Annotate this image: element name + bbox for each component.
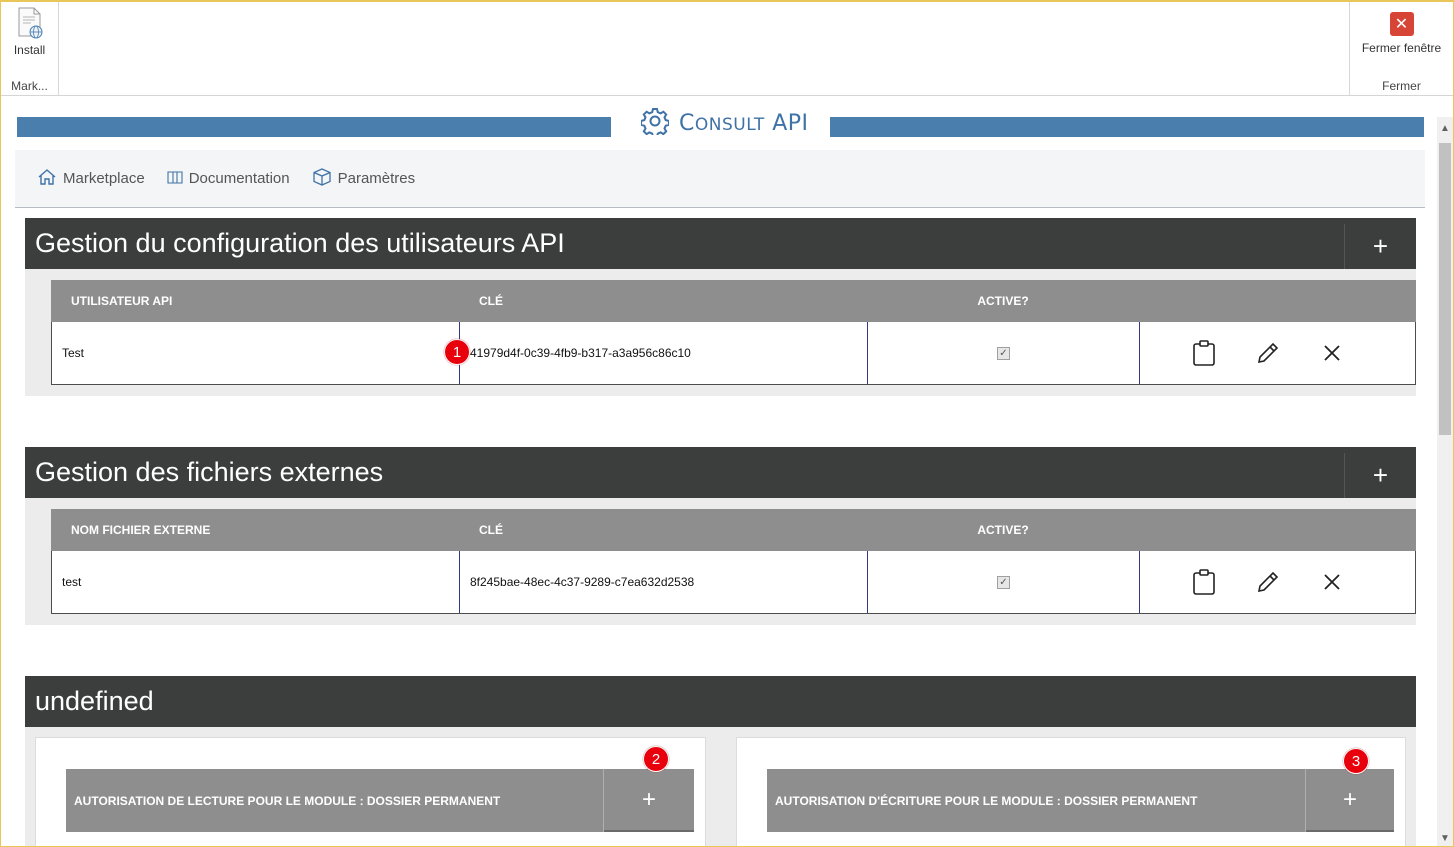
section-title-text: undefined (35, 686, 154, 716)
cell-active: ✓ (868, 322, 1140, 384)
write-permission-bar: AUTORISATION D'ÉCRITURE POUR LE MODULE :… (767, 769, 1394, 832)
table-row: Test 41979d4f-0c39-4fb9-b317-a3a956c86c1… (51, 322, 1416, 385)
write-permission-panel: AUTORISATION D'ÉCRITURE POUR LE MODULE :… (736, 737, 1406, 846)
column-header-key[interactable]: CLÉ (459, 523, 867, 537)
delete-icon[interactable] (1318, 340, 1345, 367)
column-header-active[interactable]: ACTIVE? (867, 294, 1139, 308)
edit-icon[interactable] (1254, 340, 1281, 367)
home-icon (37, 168, 57, 190)
cell-actions (1140, 551, 1415, 613)
column-header-active[interactable]: ACTIVE? (867, 523, 1139, 537)
add-external-file-button[interactable]: + (1344, 453, 1416, 498)
section-title-text: Gestion du configuration des utilisateur… (35, 228, 565, 258)
add-read-permission-button[interactable]: + (604, 769, 694, 832)
cell-key: 8f245bae-48ec-4c37-9289-c7ea632d2538 (460, 551, 868, 613)
scroll-up-icon[interactable]: ▲ (1437, 119, 1453, 137)
install-label: Install (13, 43, 46, 57)
read-permission-panel: AUTORISATION DE LECTURE POUR LE MODULE :… (35, 737, 706, 846)
scroll-thumb[interactable] (1439, 143, 1451, 435)
annotation-badge-2: 2 (643, 746, 669, 772)
nav-parametres[interactable]: Paramètres (312, 167, 416, 191)
annotation-badge-3: 3 (1343, 748, 1369, 774)
add-api-user-button[interactable]: + (1344, 224, 1416, 269)
external-files-grid: NOM FICHIER EXTERNE CLÉ ACTIVE? test 8f2… (51, 509, 1416, 614)
cell-file-name: test (52, 551, 460, 613)
section-external-files: Gestion des fichiers externes + NOM FICH… (25, 447, 1416, 625)
api-users-grid: UTILISATEUR API CLÉ ACTIVE? Test 41979d4… (51, 280, 1416, 385)
read-permission-bar: AUTORISATION DE LECTURE POUR LE MODULE :… (66, 769, 694, 832)
section-title: undefined (25, 676, 1416, 727)
section-api-users: Gestion du configuration des utilisateur… (25, 218, 1416, 396)
close-icon: ✕ (1389, 12, 1414, 36)
table-row: test 8f245bae-48ec-4c37-9289-c7ea632d253… (51, 551, 1416, 614)
book-icon (167, 170, 183, 188)
close-window-button[interactable]: ✕ Fermer fenêtre (1350, 6, 1453, 62)
read-permission-label: AUTORISATION DE LECTURE POUR LE MODULE :… (66, 769, 604, 832)
column-header-file-name[interactable]: NOM FICHIER EXTERNE (51, 523, 459, 537)
title-text: CONSULT API (679, 111, 809, 136)
section-title-text: Gestion des fichiers externes (35, 457, 384, 487)
column-header-user[interactable]: UTILISATEUR API (51, 294, 459, 308)
vertical-scrollbar[interactable]: ▲ ▼ (1437, 117, 1453, 846)
nav-marketplace[interactable]: Marketplace (37, 168, 145, 190)
write-permission-label: AUTORISATION D'ÉCRITURE POUR LE MODULE :… (767, 769, 1306, 832)
nav-marketplace-label: Marketplace (63, 170, 145, 187)
cell-key: 41979d4f-0c39-4fb9-b317-a3a956c86c10 (460, 322, 868, 384)
nav-documentation[interactable]: Documentation (167, 170, 290, 188)
add-write-permission-button[interactable]: + (1306, 769, 1394, 832)
cell-actions (1140, 322, 1415, 384)
box-icon (312, 167, 332, 191)
close-window-label: Fermer fenêtre (1361, 41, 1442, 55)
section-undefined: undefined (25, 676, 1416, 727)
ribbon-group-marketplace: Install Mark... (1, 2, 59, 96)
title-part-1: C (679, 111, 695, 136)
header-bar-right (830, 117, 1424, 137)
grid-header: NOM FICHIER EXTERNE CLÉ ACTIVE? (51, 509, 1416, 551)
content-area: CONSULT API Marketplace Documentation Pa… (1, 97, 1453, 846)
ribbon-group-label-right: Fermer (1382, 79, 1421, 93)
permissions-area: AUTORISATION DE LECTURE POUR LE MODULE :… (25, 727, 1416, 846)
install-button[interactable]: Install (1, 6, 58, 62)
grid-header: UTILISATEUR API CLÉ ACTIVE? (51, 280, 1416, 322)
ribbon-group-close: ✕ Fermer fenêtre Fermer (1349, 2, 1453, 96)
column-header-key[interactable]: CLÉ (459, 294, 867, 308)
section-body: NOM FICHIER EXTERNE CLÉ ACTIVE? test 8f2… (25, 498, 1416, 625)
nav-parametres-label: Paramètres (337, 170, 416, 187)
cell-user: Test (52, 322, 460, 384)
install-icon (15, 6, 45, 40)
title-part-2: ONSULT (694, 115, 765, 135)
nav-documentation-label: Documentation (188, 170, 290, 187)
section-title: Gestion des fichiers externes + (25, 447, 1416, 498)
ribbon: Install Mark... ✕ Fermer fenêtre Fermer (1, 2, 1453, 96)
header-bar-left (17, 117, 611, 137)
ribbon-group-label-left: Mark... (11, 79, 48, 93)
section-body: UTILISATEUR API CLÉ ACTIVE? Test 41979d4… (25, 269, 1416, 396)
delete-icon[interactable] (1318, 569, 1345, 596)
annotation-badge-1: 1 (444, 339, 470, 365)
cell-active: ✓ (868, 551, 1140, 613)
edit-icon[interactable] (1254, 569, 1281, 596)
top-nav: Marketplace Documentation Paramètres (15, 150, 1425, 208)
copy-icon[interactable] (1190, 339, 1217, 367)
scroll-down-icon[interactable]: ▼ (1437, 829, 1453, 846)
app-window: Install Mark... ✕ Fermer fenêtre Fermer (0, 0, 1454, 847)
copy-icon[interactable] (1190, 568, 1217, 596)
gear-icon (640, 107, 670, 140)
section-title: Gestion du configuration des utilisateur… (25, 218, 1416, 269)
active-checkbox[interactable]: ✓ (997, 575, 1010, 589)
page-title: CONSULT API (640, 107, 809, 140)
title-part-3: API (764, 111, 809, 136)
active-checkbox[interactable]: ✓ (997, 346, 1010, 360)
